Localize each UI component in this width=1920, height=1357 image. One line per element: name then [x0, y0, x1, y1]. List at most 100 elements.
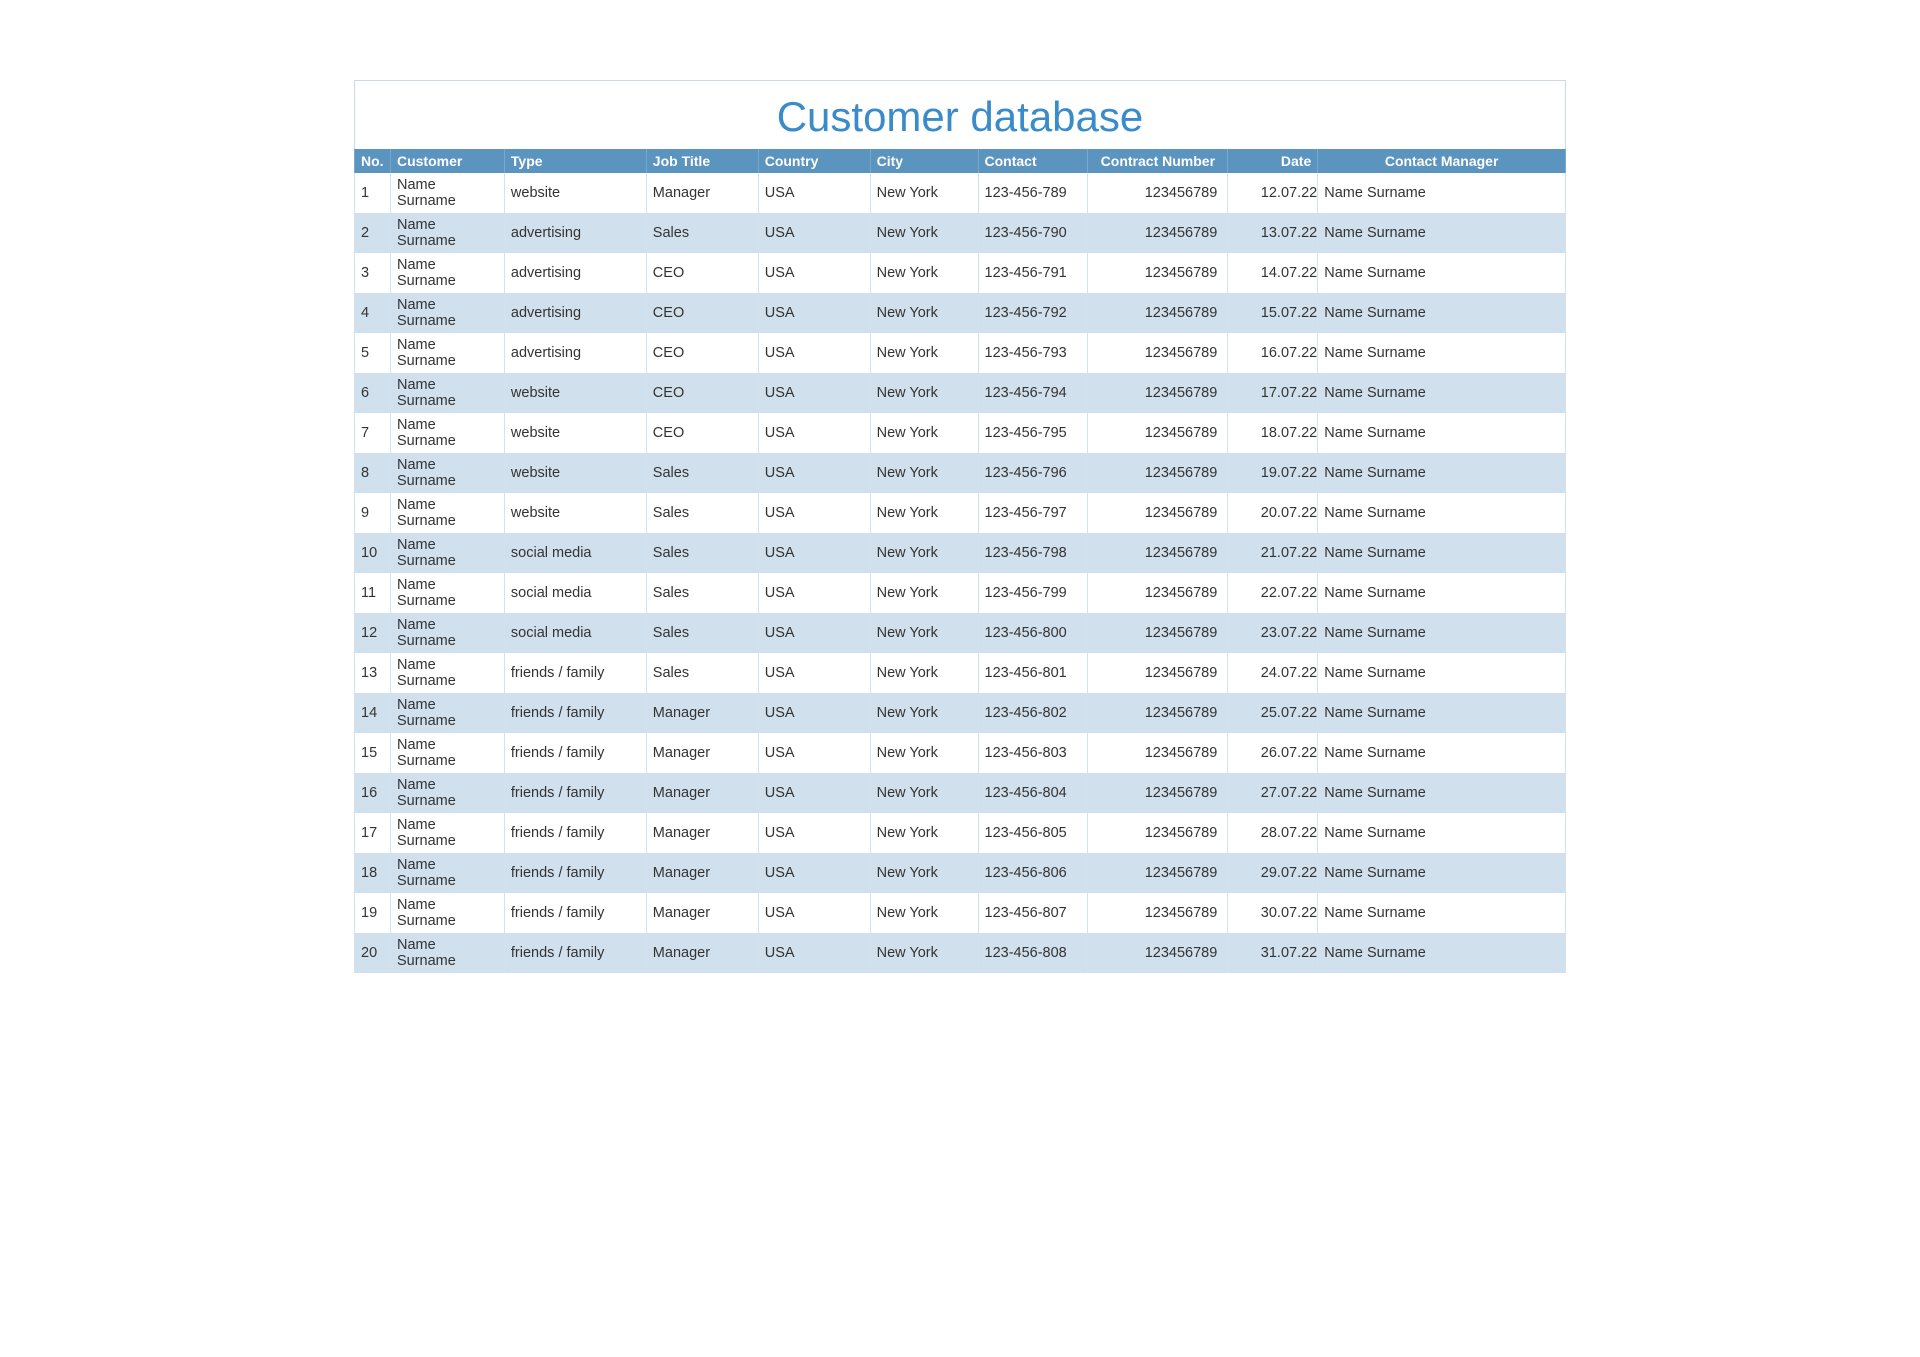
table-row: 6Name SurnamewebsiteCEOUSANew York123-45…: [355, 373, 1566, 413]
cell-type: advertising: [504, 213, 646, 253]
cell-job: CEO: [646, 333, 758, 373]
cell-contract: 123456789: [1088, 933, 1228, 973]
cell-customer: Name Surname: [390, 893, 504, 933]
cell-city: New York: [870, 533, 978, 573]
table-row: 17Name Surnamefriends / familyManagerUSA…: [355, 813, 1566, 853]
cell-contract: 123456789: [1088, 533, 1228, 573]
header-no: No.: [355, 149, 391, 173]
cell-manager: Name Surname: [1318, 213, 1566, 253]
cell-job: Sales: [646, 653, 758, 693]
cell-customer: Name Surname: [390, 333, 504, 373]
cell-customer: Name Surname: [390, 573, 504, 613]
cell-city: New York: [870, 693, 978, 733]
cell-country: USA: [758, 213, 870, 253]
cell-no: 2: [355, 213, 391, 253]
header-country: Country: [758, 149, 870, 173]
cell-contact: 123-456-803: [978, 733, 1088, 773]
cell-contact: 123-456-808: [978, 933, 1088, 973]
cell-customer: Name Surname: [390, 813, 504, 853]
table-row: 3Name SurnameadvertisingCEOUSANew York12…: [355, 253, 1566, 293]
cell-contract: 123456789: [1088, 453, 1228, 493]
table-row: 12Name Surnamesocial mediaSalesUSANew Yo…: [355, 613, 1566, 653]
cell-country: USA: [758, 933, 870, 973]
cell-country: USA: [758, 733, 870, 773]
cell-type: website: [504, 373, 646, 413]
table-row: 11Name Surnamesocial mediaSalesUSANew Yo…: [355, 573, 1566, 613]
header-job: Job Title: [646, 149, 758, 173]
cell-job: CEO: [646, 413, 758, 453]
cell-job: Sales: [646, 533, 758, 573]
cell-job: Sales: [646, 453, 758, 493]
cell-type: social media: [504, 533, 646, 573]
cell-contract: 123456789: [1088, 893, 1228, 933]
cell-city: New York: [870, 933, 978, 973]
cell-contract: 123456789: [1088, 653, 1228, 693]
customer-database-container: Customer database No. Customer Type Job …: [354, 80, 1566, 973]
table-row: 14Name Surnamefriends / familyManagerUSA…: [355, 693, 1566, 733]
table-row: 13Name Surnamefriends / familySalesUSANe…: [355, 653, 1566, 693]
cell-job: Manager: [646, 693, 758, 733]
cell-customer: Name Surname: [390, 253, 504, 293]
cell-contact: 123-456-796: [978, 453, 1088, 493]
cell-job: Sales: [646, 493, 758, 533]
cell-job: Manager: [646, 893, 758, 933]
cell-type: friends / family: [504, 813, 646, 853]
cell-customer: Name Surname: [390, 853, 504, 893]
cell-city: New York: [870, 413, 978, 453]
cell-contract: 123456789: [1088, 693, 1228, 733]
header-contract: Contract Number: [1088, 149, 1228, 173]
cell-manager: Name Surname: [1318, 813, 1566, 853]
cell-type: website: [504, 173, 646, 213]
cell-date: 31.07.22: [1228, 933, 1318, 973]
cell-contact: 123-456-798: [978, 533, 1088, 573]
cell-contact: 123-456-807: [978, 893, 1088, 933]
cell-country: USA: [758, 893, 870, 933]
cell-date: 26.07.22: [1228, 733, 1318, 773]
cell-city: New York: [870, 813, 978, 853]
cell-customer: Name Surname: [390, 733, 504, 773]
cell-country: USA: [758, 773, 870, 813]
cell-city: New York: [870, 773, 978, 813]
cell-type: advertising: [504, 253, 646, 293]
cell-customer: Name Surname: [390, 373, 504, 413]
cell-job: Manager: [646, 773, 758, 813]
cell-type: website: [504, 493, 646, 533]
cell-no: 18: [355, 853, 391, 893]
cell-manager: Name Surname: [1318, 413, 1566, 453]
cell-date: 20.07.22: [1228, 493, 1318, 533]
cell-job: Manager: [646, 853, 758, 893]
cell-manager: Name Surname: [1318, 453, 1566, 493]
cell-contact: 123-456-799: [978, 573, 1088, 613]
cell-no: 17: [355, 813, 391, 853]
table-row: 4Name SurnameadvertisingCEOUSANew York12…: [355, 293, 1566, 333]
cell-customer: Name Surname: [390, 213, 504, 253]
cell-type: website: [504, 413, 646, 453]
table-row: 2Name SurnameadvertisingSalesUSANew York…: [355, 213, 1566, 253]
cell-contract: 123456789: [1088, 813, 1228, 853]
cell-country: USA: [758, 653, 870, 693]
cell-contract: 123456789: [1088, 613, 1228, 653]
cell-type: friends / family: [504, 933, 646, 973]
cell-date: 24.07.22: [1228, 653, 1318, 693]
cell-type: friends / family: [504, 733, 646, 773]
cell-no: 7: [355, 413, 391, 453]
header-manager: Contact Manager: [1318, 149, 1566, 173]
cell-job: Manager: [646, 173, 758, 213]
table-header: No. Customer Type Job Title Country City…: [355, 149, 1566, 173]
cell-no: 15: [355, 733, 391, 773]
cell-country: USA: [758, 373, 870, 413]
table-row: 9Name SurnamewebsiteSalesUSANew York123-…: [355, 493, 1566, 533]
cell-country: USA: [758, 453, 870, 493]
cell-contact: 123-456-792: [978, 293, 1088, 333]
cell-contact: 123-456-789: [978, 173, 1088, 213]
cell-customer: Name Surname: [390, 933, 504, 973]
cell-date: 22.07.22: [1228, 573, 1318, 613]
cell-manager: Name Surname: [1318, 893, 1566, 933]
cell-manager: Name Surname: [1318, 853, 1566, 893]
cell-no: 10: [355, 533, 391, 573]
cell-contact: 123-456-790: [978, 213, 1088, 253]
cell-contact: 123-456-801: [978, 653, 1088, 693]
table-row: 18Name Surnamefriends / familyManagerUSA…: [355, 853, 1566, 893]
cell-contact: 123-456-805: [978, 813, 1088, 853]
cell-job: Manager: [646, 733, 758, 773]
